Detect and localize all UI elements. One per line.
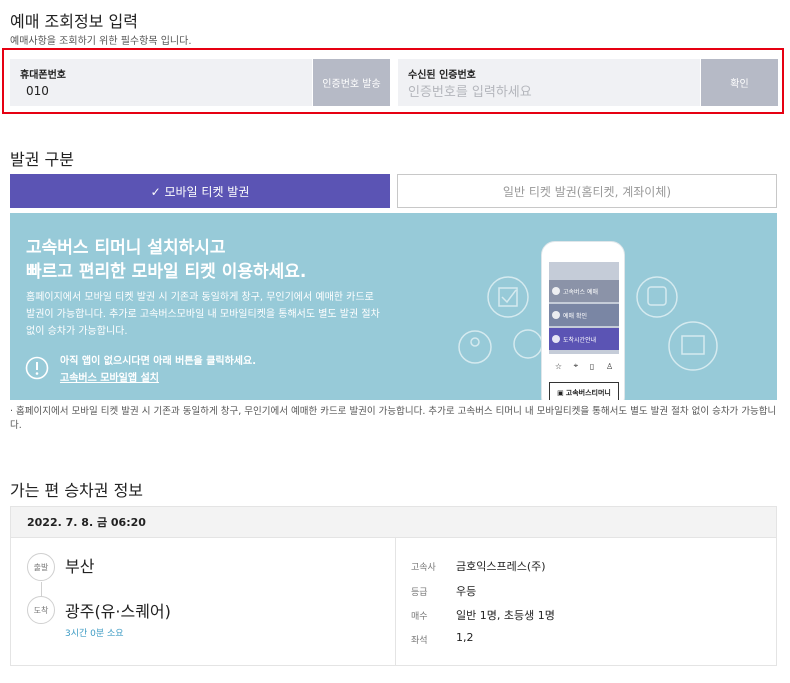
- banner-desc-2: 발권이 가능합니다. 추가로 고속버스모바일 내 모바일티켓을 통해서도 별도 …: [26, 309, 380, 320]
- mobile-ticket-notice: · 홈페이지에서 모바일 티켓 발권 시 기존과 동일하게 창구, 무인기에서 …: [10, 406, 777, 431]
- send-code-button[interactable]: 인증번호 발송: [313, 59, 390, 106]
- tab-general-ticket[interactable]: 일반 티켓 발권(홈티켓, 계좌이체): [397, 174, 777, 208]
- banner-headline-1: 고속버스 티머니 설치하시고: [26, 238, 226, 258]
- phone-screen: 고속버스 예매 예매 확인 도착시간안내 ☆ ⌖ ▯ ♙: [549, 262, 619, 378]
- grade-label: 등급: [411, 588, 428, 598]
- departure-terminal: 부산: [65, 557, 95, 576]
- phone-menu-3: 도착시간안내: [549, 328, 619, 350]
- star-icon: ☆: [554, 361, 562, 371]
- arrival-tag: 도착: [27, 596, 55, 624]
- travel-duration: 3시간 0분 소요: [65, 629, 124, 639]
- departure-tag: 출발: [27, 553, 55, 581]
- mobile-app-banner: 고속버스 티머니 설치하시고 빠르고 편리한 모바일 티켓 이용하세요. 홈페이…: [10, 213, 777, 400]
- code-field[interactable]: 수신된 인증번호 인증번호를 입력하세요: [398, 59, 700, 106]
- banner-note: 아직 앱이 없으시다면 아래 버튼을 클릭하세요.: [60, 356, 257, 367]
- departure-datetime: 2022. 7. 8. 금 06:20: [10, 506, 777, 538]
- confirm-button[interactable]: 확인: [701, 59, 778, 106]
- book-icon: ▯: [589, 361, 595, 371]
- phone-field[interactable]: 휴대폰번호 010: [10, 59, 312, 106]
- person-icon: ♙: [605, 361, 614, 371]
- tab-mobile-ticket[interactable]: ✓ 모바일 티켓 발권: [10, 174, 390, 208]
- banner-desc-1: 홈페이지에서 모바일 티켓 발권 시 기존과 동일하게 창구, 무인기에서 예매…: [26, 292, 374, 303]
- phone-menu-2-label: 예매 확인: [563, 312, 587, 320]
- banner-desc-3: 없이 승차가 가능합니다.: [26, 326, 128, 337]
- phone-input[interactable]: 010: [26, 84, 49, 98]
- phone-menu-1-label: 고속버스 예매: [563, 288, 599, 296]
- code-input[interactable]: 인증번호를 입력하세요: [408, 81, 532, 100]
- ticket-info-title: 가는 편 승차권 정보: [10, 481, 144, 500]
- issuance-title: 발권 구분: [10, 150, 74, 169]
- phone-brand-bar: ▣ 고속버스티머니: [549, 382, 619, 400]
- passenger-count-label: 매수: [411, 612, 428, 622]
- phone-menu-3-label: 도착시간안내: [563, 336, 597, 344]
- phone-menu-1: 고속버스 예매: [549, 280, 619, 302]
- passenger-count-value: 일반 1명, 초등생 1명: [456, 609, 555, 622]
- phone-icon-bar: ☆ ⌖ ▯ ♙: [549, 354, 619, 378]
- code-label: 수신된 인증번호: [408, 70, 476, 81]
- phone-label: 휴대폰번호: [20, 70, 66, 81]
- phone-illustration: 고속버스 예매 예매 확인 도착시간안내 ☆ ⌖ ▯ ♙ ▣ 고속버스티머니: [541, 241, 625, 400]
- location-icon: ⌖: [573, 361, 579, 370]
- info-icon: [25, 356, 49, 380]
- company-value: 금호익스프레스(주): [456, 560, 546, 573]
- install-app-link[interactable]: 고속버스 모바일앱 설치: [60, 369, 159, 384]
- menu-dot-icon: [552, 311, 560, 319]
- banner-headline-2: 빠르고 편리한 모바일 티켓 이용하세요.: [26, 262, 307, 282]
- menu-dot-icon: [552, 335, 560, 343]
- info-divider: [395, 538, 396, 666]
- phone-brand: 고속버스티머니: [565, 389, 611, 397]
- grade-value: 우등: [456, 585, 477, 598]
- phone-menu-2: 예매 확인: [549, 304, 619, 326]
- ticket-info-body: 출발 도착 부산 광주(유·스퀘어) 3시간 0분 소요 고속사 금호익스프레스…: [10, 538, 777, 666]
- reservation-lookup-title: 예매 조회정보 입력: [10, 12, 138, 31]
- reservation-lookup-subtitle: 예매사항을 조회하기 위한 필수항목 입니다.: [10, 36, 192, 47]
- seat-label: 좌석: [411, 636, 428, 646]
- bus-icon: ▣: [557, 389, 564, 397]
- company-label: 고속사: [411, 563, 436, 573]
- seat-value: 1,2: [456, 631, 474, 644]
- menu-dot-icon: [552, 287, 560, 295]
- arrival-terminal: 광주(유·스퀘어): [65, 602, 171, 621]
